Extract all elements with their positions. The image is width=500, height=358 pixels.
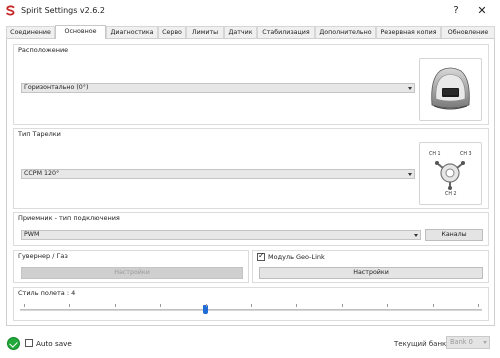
geolink-label: Модуль Geo-Link [268, 253, 325, 261]
flight-style-group: Стиль полета : 4 [13, 287, 489, 321]
slider-tick [387, 304, 389, 307]
chevron-down-icon [408, 87, 412, 90]
orientation-group: Расположение Горизонтально (0°) [13, 44, 489, 125]
window-title: Spirit Settings v2.6.2 [21, 6, 106, 15]
slider-tick [478, 304, 479, 307]
governor-label: Гувернер / Газ [18, 252, 68, 260]
chevron-down-icon [483, 341, 487, 344]
geolink-group: ✓ Модуль Geo-Link Настройки [252, 250, 489, 283]
swashplate-image: CH 1 CH 3 CH 2 [419, 142, 482, 205]
autosave-checkbox[interactable] [25, 339, 33, 347]
slider-tick [432, 304, 434, 307]
slider-tick [160, 304, 162, 307]
geolink-checkbox[interactable]: ✓ [257, 251, 265, 261]
orientation-image [419, 58, 482, 121]
channels-button[interactable]: Каналы [425, 229, 483, 241]
tab-servo[interactable]: Серво [158, 26, 186, 38]
receiver-select[interactable]: PWM [21, 230, 421, 240]
close-button[interactable]: ✕ [474, 3, 490, 18]
geolink-settings-button[interactable]: Настройки [259, 267, 483, 279]
receiver-label: Приемник - тип подключения [18, 214, 120, 222]
swashplate-select[interactable]: CCPM 120° [21, 169, 415, 179]
tab-backup[interactable]: Резервная копия [376, 26, 441, 38]
ch1-label: CH 1 [429, 152, 441, 157]
autosave-label: Auto save [36, 339, 72, 348]
slider-tick [69, 304, 71, 307]
swashplate-group: Тип Тарелки CCPM 120° CH 1 CH 3 CH 2 [13, 128, 489, 209]
receiver-group: Приемник - тип подключения PWM Каналы [13, 212, 489, 246]
unit-horizontal-icon [431, 67, 470, 110]
tab-limits[interactable]: Лимиты [186, 26, 224, 38]
slider-tick [24, 304, 25, 307]
slider-tick [341, 304, 343, 307]
title-bar: Spirit Settings v2.6.2 ? ✕ [0, 0, 500, 22]
main-panel: Расположение Горизонтально (0°) Тип Таре… [6, 38, 495, 326]
bank-select[interactable]: Bank 0 [446, 336, 490, 349]
bank-label: Текущий банк: [394, 340, 449, 348]
ch2-label: CH 2 [445, 192, 457, 197]
chevron-down-icon [408, 173, 412, 176]
spirit-logo-icon [6, 5, 15, 16]
tab-diagnostics[interactable]: Диагностика [106, 26, 158, 38]
slider-tick [296, 304, 298, 307]
swashplate-label: Тип Тарелки [18, 130, 61, 138]
chevron-down-icon [414, 234, 418, 237]
flight-style-slider[interactable] [20, 300, 482, 318]
orientation-value: Горизонтально (0°) [24, 84, 89, 91]
tab-main[interactable]: Основное [55, 25, 106, 39]
flight-style-label: Стиль полета : 4 [18, 289, 76, 297]
slider-tick [114, 304, 116, 307]
tab-stabilization[interactable]: Стабилизация [257, 26, 315, 38]
bank-value: Bank 0 [450, 338, 473, 346]
ch3-label: CH 3 [460, 152, 472, 157]
tab-update[interactable]: Обновление [441, 26, 495, 38]
slider-track [20, 309, 482, 311]
receiver-value: PWM [24, 231, 40, 238]
slider-tick [251, 304, 252, 307]
help-button[interactable]: ? [448, 3, 464, 18]
tab-bar: Соединение Основное Диагностика Серво Ли… [6, 25, 495, 39]
orientation-select[interactable]: Горизонтально (0°) [21, 83, 415, 93]
swashplate-value: CCPM 120° [24, 170, 60, 177]
bottom-bar: Auto save Текущий банк: Bank 0 [0, 330, 500, 358]
connected-check-icon [7, 337, 20, 350]
tab-advanced[interactable]: Дополнительно [315, 26, 376, 38]
governor-group: Гувернер / Газ Настройки [13, 250, 249, 283]
governor-settings-button[interactable]: Настройки [21, 267, 243, 279]
tab-sensor[interactable]: Датчик [224, 26, 257, 38]
orientation-label: Расположение [18, 46, 69, 54]
tab-connection[interactable]: Соединение [6, 26, 55, 38]
check-icon: ✓ [258, 251, 265, 260]
slider-tick [205, 304, 207, 307]
